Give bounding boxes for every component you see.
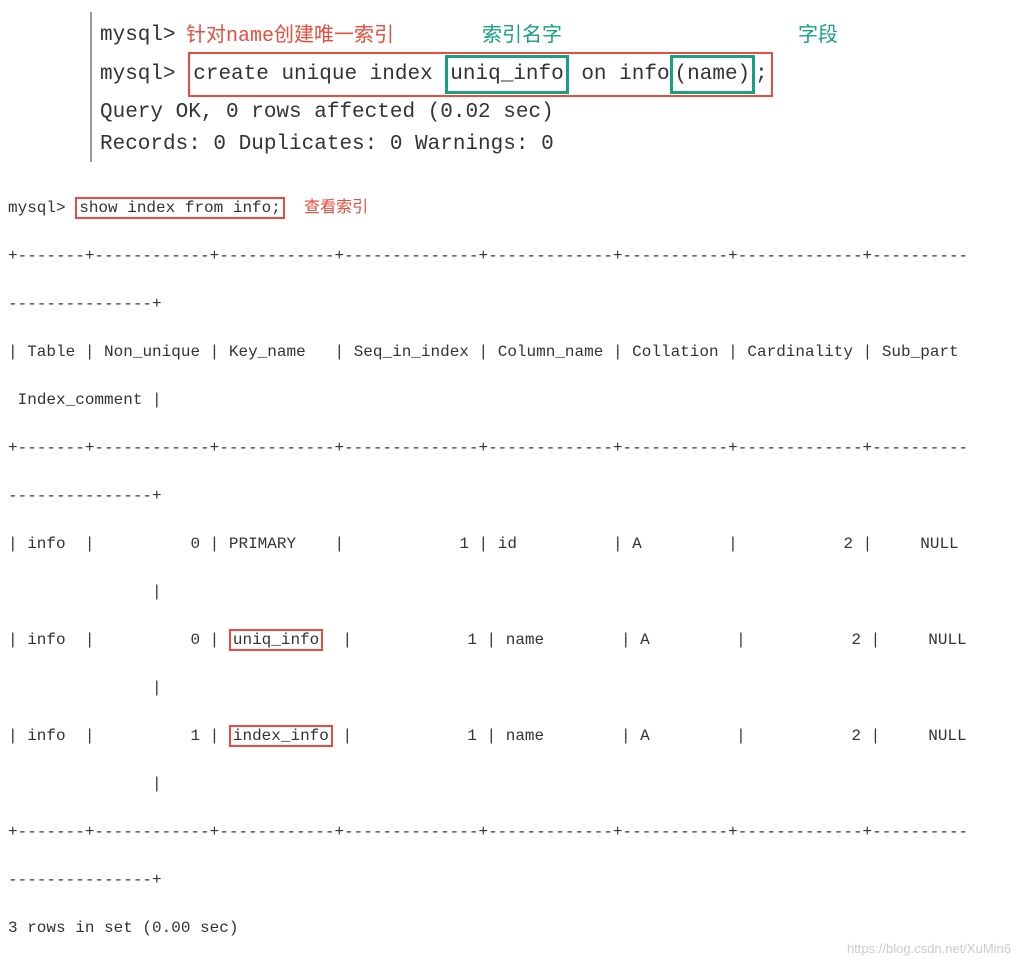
table-separator: ---------------+ — [8, 292, 1023, 316]
top-terminal-block: 针对name创建唯一索引 索引名字 字段 mysql> mysql> creat… — [0, 0, 1023, 160]
col-header: Non_unique — [104, 343, 200, 361]
sql-text: on info — [581, 63, 669, 86]
cell: A — [632, 535, 642, 553]
table-separator: +-------+------------+------------+-----… — [8, 244, 1023, 268]
cell: info — [27, 535, 65, 553]
cell: 0 — [190, 535, 200, 553]
cell: 0 — [190, 631, 200, 649]
cell: PRIMARY — [229, 535, 296, 553]
cell: NULL — [928, 727, 966, 745]
show-index-line: mysql> show index from info; 查看索引 — [8, 196, 1023, 220]
prompt-line-2: mysql> create unique index uniq_info on … — [100, 52, 1023, 98]
cell: A — [640, 631, 650, 649]
cell: info — [27, 727, 65, 745]
table-header-row2: Index_comment | — [8, 388, 1023, 412]
cell-keyname-boxed: uniq_info — [229, 629, 323, 651]
table-row-sub: | — [8, 580, 1023, 604]
prompt-line-1: mysql> — [100, 20, 1023, 52]
col-header: Seq_in_index — [354, 343, 469, 361]
table-separator: ---------------+ — [8, 484, 1023, 508]
watermark-text: https://blog.csdn.net/XuMin6 — [847, 941, 1011, 956]
cell: name — [506, 727, 544, 745]
table-row-sub: | — [8, 772, 1023, 796]
cell: id — [498, 535, 517, 553]
col-header: Index_comment — [18, 391, 143, 409]
mysql-prompt: mysql> — [100, 24, 176, 47]
cell-keyname-boxed: index_info — [229, 725, 333, 747]
cell: 2 — [843, 535, 853, 553]
table-separator: ---------------+ — [8, 868, 1023, 892]
col-header: Table — [27, 343, 75, 361]
sql-index-name-box: uniq_info — [445, 55, 568, 95]
table-row: | info | 0 | PRIMARY | 1 | id | A | 2 | … — [8, 532, 1023, 556]
col-header: Sub_part — [882, 343, 959, 361]
mysql-prompt: mysql> — [8, 199, 66, 217]
cell: 1 — [467, 631, 477, 649]
annotation-show-index: 查看索引 — [304, 199, 368, 217]
col-header: Key_name — [229, 343, 306, 361]
cell: NULL — [928, 631, 966, 649]
sql-text: create unique index — [193, 63, 432, 86]
sql-text: ; — [755, 63, 768, 86]
cell: 2 — [851, 631, 861, 649]
table-separator: +-------+------------+------------+-----… — [8, 820, 1023, 844]
cell: A — [640, 727, 650, 745]
cell: info — [27, 631, 65, 649]
table-separator: +-------+------------+------------+-----… — [8, 436, 1023, 460]
divider-line — [90, 12, 92, 162]
table-header-row: | Table | Non_unique | Key_name | Seq_in… — [8, 340, 1023, 364]
sql-create-index-box: create unique index uniq_info on info(na… — [188, 52, 773, 98]
col-header: Cardinality — [747, 343, 853, 361]
cell: 1 — [190, 727, 200, 745]
cell: NULL — [920, 535, 958, 553]
bottom-terminal-block: mysql> show index from info; 查看索引 +-----… — [0, 160, 1023, 964]
mysql-prompt: mysql> — [100, 63, 176, 86]
sql-show-index-box: show index from info; — [75, 197, 285, 219]
cell: name — [506, 631, 544, 649]
cell: 1 — [459, 535, 469, 553]
table-row: | info | 0 | uniq_info | 1 | name | A | … — [8, 628, 1023, 652]
table-row: | info | 1 | index_info | 1 | name | A |… — [8, 724, 1023, 748]
query-footer: 3 rows in set (0.00 sec) — [8, 916, 1023, 940]
sql-field-box: (name) — [670, 55, 756, 95]
query-records-line: Records: 0 Duplicates: 0 Warnings: 0 — [100, 129, 1023, 161]
col-header: Collation — [632, 343, 718, 361]
cell: 1 — [467, 727, 477, 745]
query-result-line: Query OK, 0 rows affected (0.02 sec) — [100, 97, 1023, 129]
table-row-sub: | — [8, 676, 1023, 700]
cell: 2 — [851, 727, 861, 745]
col-header: Column_name — [498, 343, 604, 361]
